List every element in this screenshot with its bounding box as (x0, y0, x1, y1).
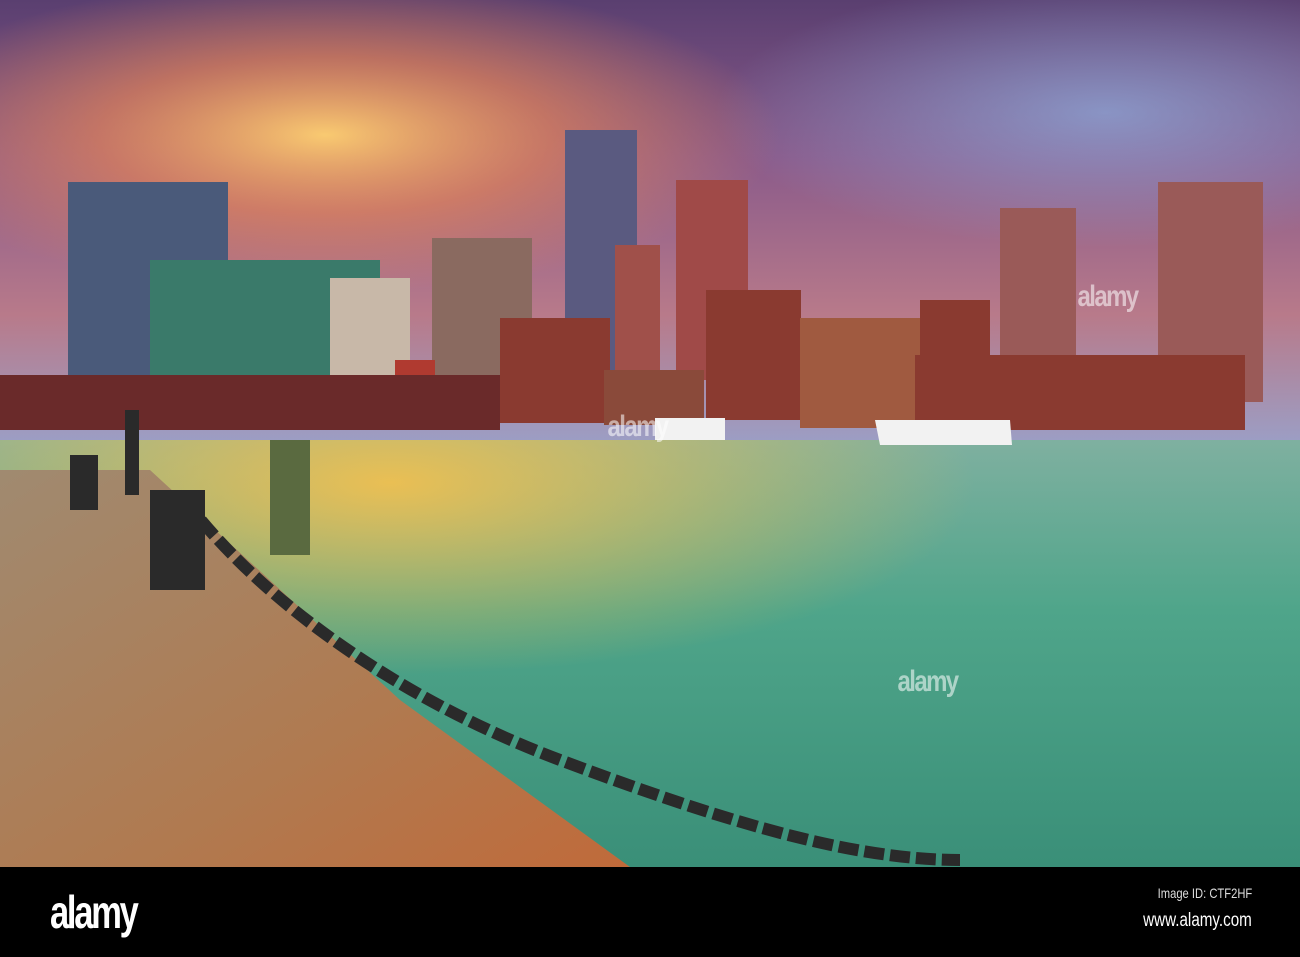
alamy-logo: alamy (50, 886, 139, 938)
footer-bar: alamy Image ID: CTF2HF www.alamy.com (0, 867, 1300, 957)
watermark: alamy (607, 410, 670, 443)
image-id: Image ID: CTF2HF (1157, 885, 1252, 901)
watermark: alamy (897, 665, 960, 698)
watermark: alamy (1077, 280, 1140, 313)
website-url: www.alamy.com (1143, 910, 1252, 931)
